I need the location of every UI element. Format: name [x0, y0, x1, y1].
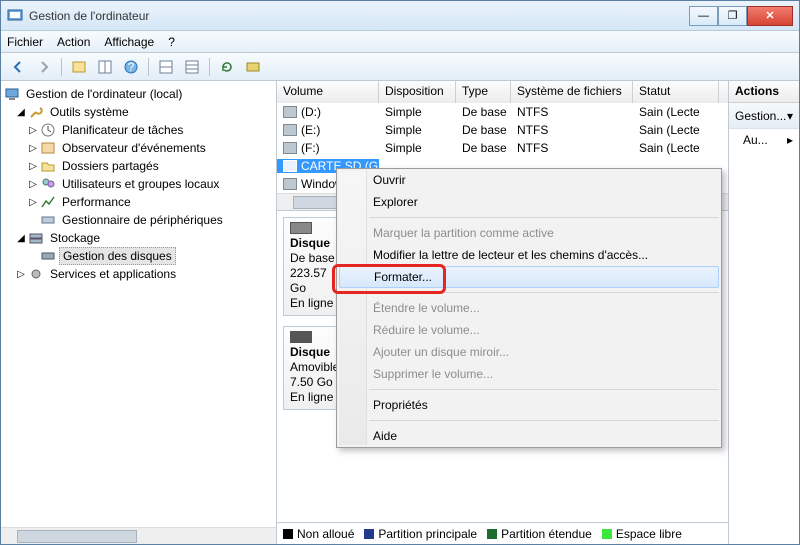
toolbar: ? [1, 53, 799, 81]
ctx-mirror: Ajouter un disque miroir... [337, 341, 721, 363]
minimize-button[interactable]: — [689, 6, 718, 26]
grid-row[interactable]: (F:)SimpleDe baseNTFSSain (Lecte [277, 139, 728, 157]
tree-disk-management[interactable]: Gestion des disques [3, 247, 274, 265]
legend-extended: Partition étendue [487, 527, 592, 541]
tools-icon [28, 104, 44, 120]
tree-pane: Gestion de l'ordinateur (local) ◢Outils … [1, 81, 277, 544]
clock-icon [40, 122, 56, 138]
legend-free: Espace libre [602, 527, 682, 541]
volume-icon [283, 106, 297, 118]
col-volume[interactable]: Volume [277, 81, 379, 103]
chevron-right-icon: ▸ [787, 133, 793, 147]
properties-icon[interactable] [68, 56, 90, 78]
hdd-icon [290, 222, 312, 234]
help-icon[interactable]: ? [120, 56, 142, 78]
legend-unallocated: Non alloué [283, 527, 354, 541]
event-icon [40, 140, 56, 156]
legend-primary: Partition principale [364, 527, 477, 541]
app-icon [7, 8, 23, 24]
tree-performance[interactable]: ▷Performance [3, 193, 274, 211]
window-title: Gestion de l'ordinateur [29, 9, 689, 23]
window-controls: — ❐ ✕ [689, 6, 793, 26]
device-icon [40, 212, 56, 228]
tree-task-scheduler[interactable]: ▷Planificateur de tâches [3, 121, 274, 139]
computer-icon [4, 86, 20, 102]
volume-icon [283, 178, 297, 190]
maximize-button[interactable]: ❐ [718, 6, 747, 26]
ctx-open[interactable]: Ouvrir [337, 169, 721, 191]
forward-button[interactable] [33, 56, 55, 78]
tree-shared-folders[interactable]: ▷Dossiers partagés [3, 157, 274, 175]
chevron-down-icon: ▾ [787, 109, 793, 123]
tree-sys-tools[interactable]: ◢Outils système [3, 103, 274, 121]
back-button[interactable] [7, 56, 29, 78]
layout-icon-1[interactable] [94, 56, 116, 78]
volume-icon [283, 142, 297, 154]
menu-view[interactable]: Affichage [104, 35, 154, 49]
tree-local-users[interactable]: ▷Utilisateurs et groupes locaux [3, 175, 274, 193]
actions-more[interactable]: Au...▸ [729, 129, 799, 151]
menu-file[interactable]: Fichier [7, 35, 43, 49]
gear-icon [28, 266, 44, 282]
volume-icon [283, 124, 297, 136]
disk-icon [40, 248, 56, 264]
ctx-help[interactable]: Aide [337, 425, 721, 447]
grid-row[interactable]: (E:)SimpleDe baseNTFSSain (Lecte [277, 121, 728, 139]
legend: Non alloué Partition principale Partitio… [277, 522, 728, 544]
layout-icon-3[interactable] [181, 56, 203, 78]
ctx-properties[interactable]: Propriétés [337, 394, 721, 416]
col-filesystem[interactable]: Système de fichiers [511, 81, 633, 103]
perf-icon [40, 194, 56, 210]
ctx-format[interactable]: Formater... [339, 266, 719, 288]
volume-icon [283, 160, 297, 172]
storage-icon [28, 230, 44, 246]
ctx-delete: Supprimer le volume... [337, 363, 721, 385]
folder-share-icon [40, 158, 56, 174]
tree-scrollbar[interactable] [1, 527, 276, 544]
removable-icon [290, 331, 312, 343]
ctx-explore[interactable]: Explorer [337, 191, 721, 213]
ctx-mark-active: Marquer la partition comme active [337, 222, 721, 244]
svg-text:?: ? [128, 60, 135, 74]
actions-heading: Actions [729, 81, 799, 103]
context-menu: Ouvrir Explorer Marquer la partition com… [336, 168, 722, 448]
settings-icon[interactable] [242, 56, 264, 78]
tree-storage[interactable]: ◢Stockage [3, 229, 274, 247]
tree-device-manager[interactable]: Gestionnaire de périphériques [3, 211, 274, 229]
close-button[interactable]: ✕ [747, 6, 793, 26]
tree-services[interactable]: ▷Services et applications [3, 265, 274, 283]
menu-action[interactable]: Action [57, 35, 90, 49]
menu-help[interactable]: ? [168, 35, 175, 49]
col-type[interactable]: Type [456, 81, 511, 103]
tree-root[interactable]: Gestion de l'ordinateur (local) [3, 85, 274, 103]
col-status[interactable]: Statut [633, 81, 719, 103]
layout-icon-2[interactable] [155, 56, 177, 78]
actions-gestion[interactable]: Gestion...▾ [729, 103, 799, 129]
ctx-change-letter[interactable]: Modifier la lettre de lecteur et les che… [337, 244, 721, 266]
grid-header: Volume Disposition Type Système de fichi… [277, 81, 728, 103]
ctx-extend: Étendre le volume... [337, 297, 721, 319]
users-icon [40, 176, 56, 192]
ctx-shrink: Réduire le volume... [337, 319, 721, 341]
menubar: Fichier Action Affichage ? [1, 31, 799, 53]
actions-pane: Actions Gestion...▾ Au...▸ [729, 81, 799, 544]
col-layout[interactable]: Disposition [379, 81, 456, 103]
grid-row[interactable]: (D:)SimpleDe baseNTFSSain (Lecte [277, 103, 728, 121]
refresh-icon[interactable] [216, 56, 238, 78]
titlebar: Gestion de l'ordinateur — ❐ ✕ [1, 1, 799, 31]
tree-event-viewer[interactable]: ▷Observateur d'événements [3, 139, 274, 157]
